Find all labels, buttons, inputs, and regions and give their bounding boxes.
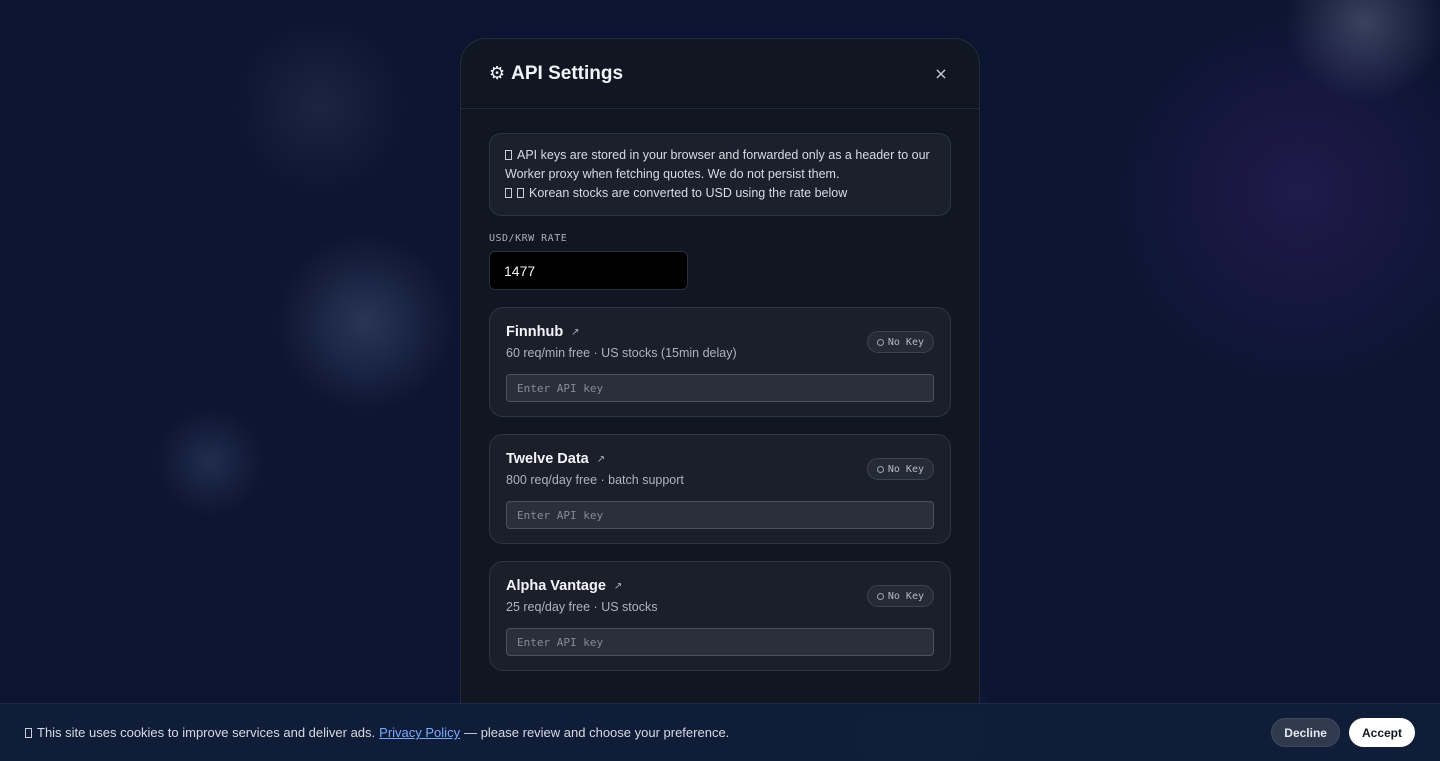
flag-icon-2 (517, 188, 524, 198)
api-key-input-finnhub[interactable] (506, 374, 934, 402)
provider-card-alpha-vantage: Alpha Vantage ↗ 25 req/day free · US sto… (489, 561, 951, 671)
modal-title-text: API Settings (511, 62, 624, 84)
api-settings-modal: ⚙ API Settings × API keys are stored in … (460, 38, 980, 718)
api-key-input-twelve-data[interactable] (506, 501, 934, 529)
status-badge-text: No Key (887, 463, 924, 475)
modal-body: API keys are stored in your browser and … (461, 109, 979, 671)
cookie-icon (25, 727, 32, 738)
decline-button[interactable]: Decline (1271, 718, 1340, 747)
rate-label: USD/KRW RATE (489, 233, 568, 244)
status-badge-text: No Key (887, 336, 924, 348)
cookie-consent-bar: This site uses cookies to improve servic… (0, 703, 1440, 761)
cookie-text-after: — please review and choose your preferen… (464, 725, 730, 740)
cookie-actions: Decline Accept (1271, 718, 1415, 747)
flag-icon (505, 188, 512, 198)
api-key-input-alpha-vantage[interactable] (506, 628, 934, 656)
accept-button[interactable]: Accept (1348, 718, 1415, 747)
status-badge: No Key (866, 585, 934, 607)
provider-name: Twelve Data (506, 451, 589, 467)
external-link-icon[interactable]: ↗ (571, 327, 579, 338)
external-link-icon[interactable]: ↗ (614, 581, 622, 592)
modal-title: ⚙ API Settings (489, 63, 623, 85)
lock-icon (505, 150, 512, 160)
status-badge: No Key (866, 458, 934, 480)
notice-line-currency: Korean stocks are converted to USD using… (505, 184, 935, 203)
usd-krw-rate-input[interactable] (489, 251, 688, 290)
cookie-message: This site uses cookies to improve servic… (25, 725, 729, 740)
cookie-text-before: This site uses cookies to improve servic… (37, 725, 376, 740)
circle-icon (876, 465, 884, 473)
privacy-policy-link[interactable]: Privacy Policy (379, 725, 460, 740)
close-button[interactable]: × (931, 64, 951, 84)
provider-name: Finnhub (506, 324, 564, 340)
gear-icon: ⚙ (489, 63, 506, 83)
circle-icon (876, 592, 884, 600)
status-badge: No Key (866, 331, 934, 353)
modal-header: ⚙ API Settings × (461, 39, 979, 109)
status-badge-text: No Key (887, 590, 924, 602)
provider-card-twelve-data: Twelve Data ↗ 800 req/day free · batch s… (489, 434, 951, 544)
external-link-icon[interactable]: ↗ (597, 454, 605, 465)
provider-card-finnhub: Finnhub ↗ 60 req/min free · US stocks (1… (489, 307, 951, 417)
provider-name: Alpha Vantage (506, 578, 606, 594)
info-notice: API keys are stored in your browser and … (489, 133, 951, 216)
notice-storage-text: API keys are stored in your browser and … (505, 148, 930, 181)
notice-line-storage: API keys are stored in your browser and … (505, 146, 935, 184)
circle-icon (876, 338, 884, 346)
notice-currency-text: Korean stocks are converted to USD using… (529, 186, 848, 200)
